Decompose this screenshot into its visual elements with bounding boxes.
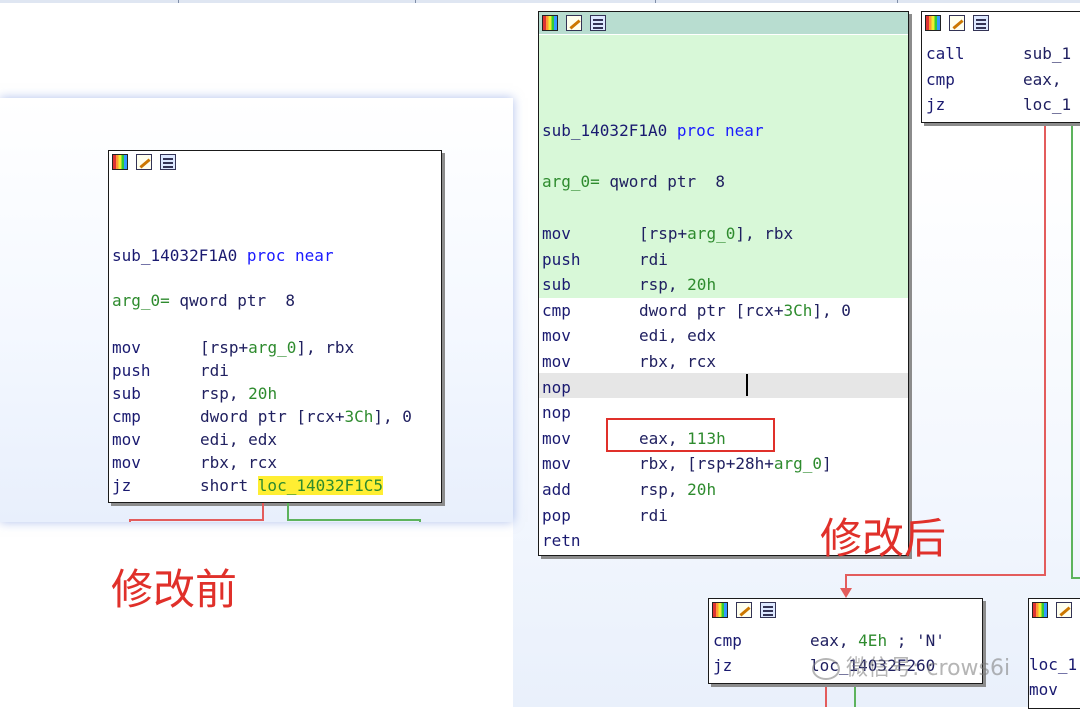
edge-false <box>129 503 264 522</box>
list-icon[interactable] <box>590 15 606 31</box>
list-icon[interactable] <box>973 15 989 31</box>
opcode: cmp <box>926 69 955 89</box>
arg-line: arg_0= qword ptr 8 <box>542 172 725 192</box>
proc-keyword: proc near <box>676 121 764 140</box>
wechat-icon <box>812 658 840 680</box>
modified-instruction-box <box>606 418 775 452</box>
opcode: mov <box>1029 680 1058 699</box>
opcode: jz <box>713 656 733 675</box>
graph-icon[interactable] <box>1032 602 1048 618</box>
operand-symbol: 20h <box>687 275 717 295</box>
main-function-node[interactable]: sub_14032F1A0 proc near arg_0= qword ptr… <box>538 11 909 556</box>
edge-true <box>287 503 421 522</box>
opcode: pop <box>542 505 571 525</box>
graph-icon[interactable] <box>925 15 941 31</box>
instruction-row[interactable]: push rdi <box>542 250 668 270</box>
bottom-right-node[interactable]: loc_1mov <box>1028 598 1080 709</box>
text-caret <box>746 374 748 396</box>
opcode: cmp <box>542 300 571 320</box>
edit-icon[interactable] <box>1056 602 1072 618</box>
node-toolbar <box>709 599 982 621</box>
top-right-node[interactable]: call sub_1cmp eax, jz loc_1 <box>921 11 1080 123</box>
instruction-row[interactable]: cmp eax, <box>926 70 1062 90</box>
instruction-row[interactable]: call sub_1 <box>926 44 1071 64</box>
operand: rdi <box>639 249 668 269</box>
operand: sub_1 <box>1023 44 1072 63</box>
operand: ], 0 <box>812 300 851 320</box>
graph-icon[interactable] <box>542 15 558 31</box>
operand: [rsp+ <box>639 224 688 243</box>
list-icon[interactable] <box>760 602 776 618</box>
operand: loc_1 <box>1023 95 1072 114</box>
node-toolbar <box>1029 599 1080 621</box>
opcode: jz <box>926 95 946 114</box>
operand-symbol: 4Eh <box>858 631 888 650</box>
operand-symbol: arg_0 <box>773 454 823 474</box>
opcode: retn <box>542 531 581 551</box>
operand: rbx, rcx <box>639 352 717 371</box>
instruction-row[interactable]: cmp dword ptr [rcx+3Ch], 0 <box>542 301 851 321</box>
operand: ], rbx <box>735 224 794 243</box>
operand: ] <box>822 454 832 474</box>
node-toolbar <box>922 12 1080 34</box>
node-toolbar <box>539 12 908 34</box>
opcode: mov <box>542 326 571 346</box>
operand-symbol: 20h <box>687 480 717 499</box>
operand: rsp, <box>639 480 688 499</box>
instruction-row[interactable]: mov rbx, rcx <box>542 352 716 372</box>
opcode: add <box>542 480 571 499</box>
watermark-text: 微信号: crows6i <box>846 656 1011 681</box>
operand: dword ptr [rcx+ <box>639 300 784 320</box>
opcode: push <box>542 249 581 269</box>
opcode: cmp <box>713 631 742 650</box>
instruction-row[interactable]: loc_1 <box>1029 655 1080 675</box>
after-caption: 修改后 <box>820 514 947 563</box>
opcode: nop <box>542 377 571 397</box>
instruction-row[interactable]: cmp eax, 4Eh ; 'N' <box>713 631 945 651</box>
opcode: call <box>926 44 965 63</box>
operand: rdi <box>639 505 668 525</box>
instruction-row[interactable]: retn <box>542 531 639 551</box>
proc-header-line: sub_14032F1A0 proc near <box>542 121 764 141</box>
opcode: mov <box>542 352 571 371</box>
proc-name: sub_14032F1A0 <box>542 121 668 140</box>
opcode: mov <box>542 454 571 474</box>
edit-icon[interactable] <box>736 602 752 618</box>
operand: ; 'N' <box>887 631 945 650</box>
instruction-row[interactable]: nop <box>542 378 639 398</box>
instruction-row[interactable]: mov edi, edx <box>542 326 716 346</box>
operand: rsp, <box>639 275 688 295</box>
arg-name: arg_0= <box>542 172 600 191</box>
operand: edi, edx <box>639 326 717 346</box>
edge-right <box>1071 122 1080 579</box>
operand: rbx, [rsp+28h+ <box>639 454 774 474</box>
instruction-row[interactable]: mov rbx, [rsp+28h+arg_0] <box>542 454 832 474</box>
instruction-row[interactable]: mov [rsp+arg_0], rbx <box>542 224 793 244</box>
opcode: sub <box>542 275 571 295</box>
opcode: mov <box>542 224 571 243</box>
edit-icon[interactable] <box>949 15 965 31</box>
instruction-row[interactable]: jz loc_1 <box>926 95 1071 115</box>
edge-arrow <box>840 588 852 598</box>
operand: eax, <box>810 631 859 650</box>
watermark: 微信号: crows6i <box>812 650 1010 682</box>
edit-icon[interactable] <box>566 15 582 31</box>
instruction-row[interactable]: add rsp, 20h <box>542 480 716 500</box>
operand: eax, <box>1023 69 1062 89</box>
operand-symbol: 3Ch <box>783 300 813 320</box>
arg-type: qword ptr 8 <box>599 172 726 191</box>
instruction-row[interactable]: mov <box>1029 680 1080 700</box>
instruction-row[interactable]: pop rdi <box>542 506 668 526</box>
instruction-row[interactable]: sub rsp, 20h <box>542 275 716 295</box>
opcode: loc_1 <box>1029 655 1078 674</box>
operand-symbol: arg_0 <box>687 224 736 243</box>
graph-icon[interactable] <box>712 602 728 618</box>
